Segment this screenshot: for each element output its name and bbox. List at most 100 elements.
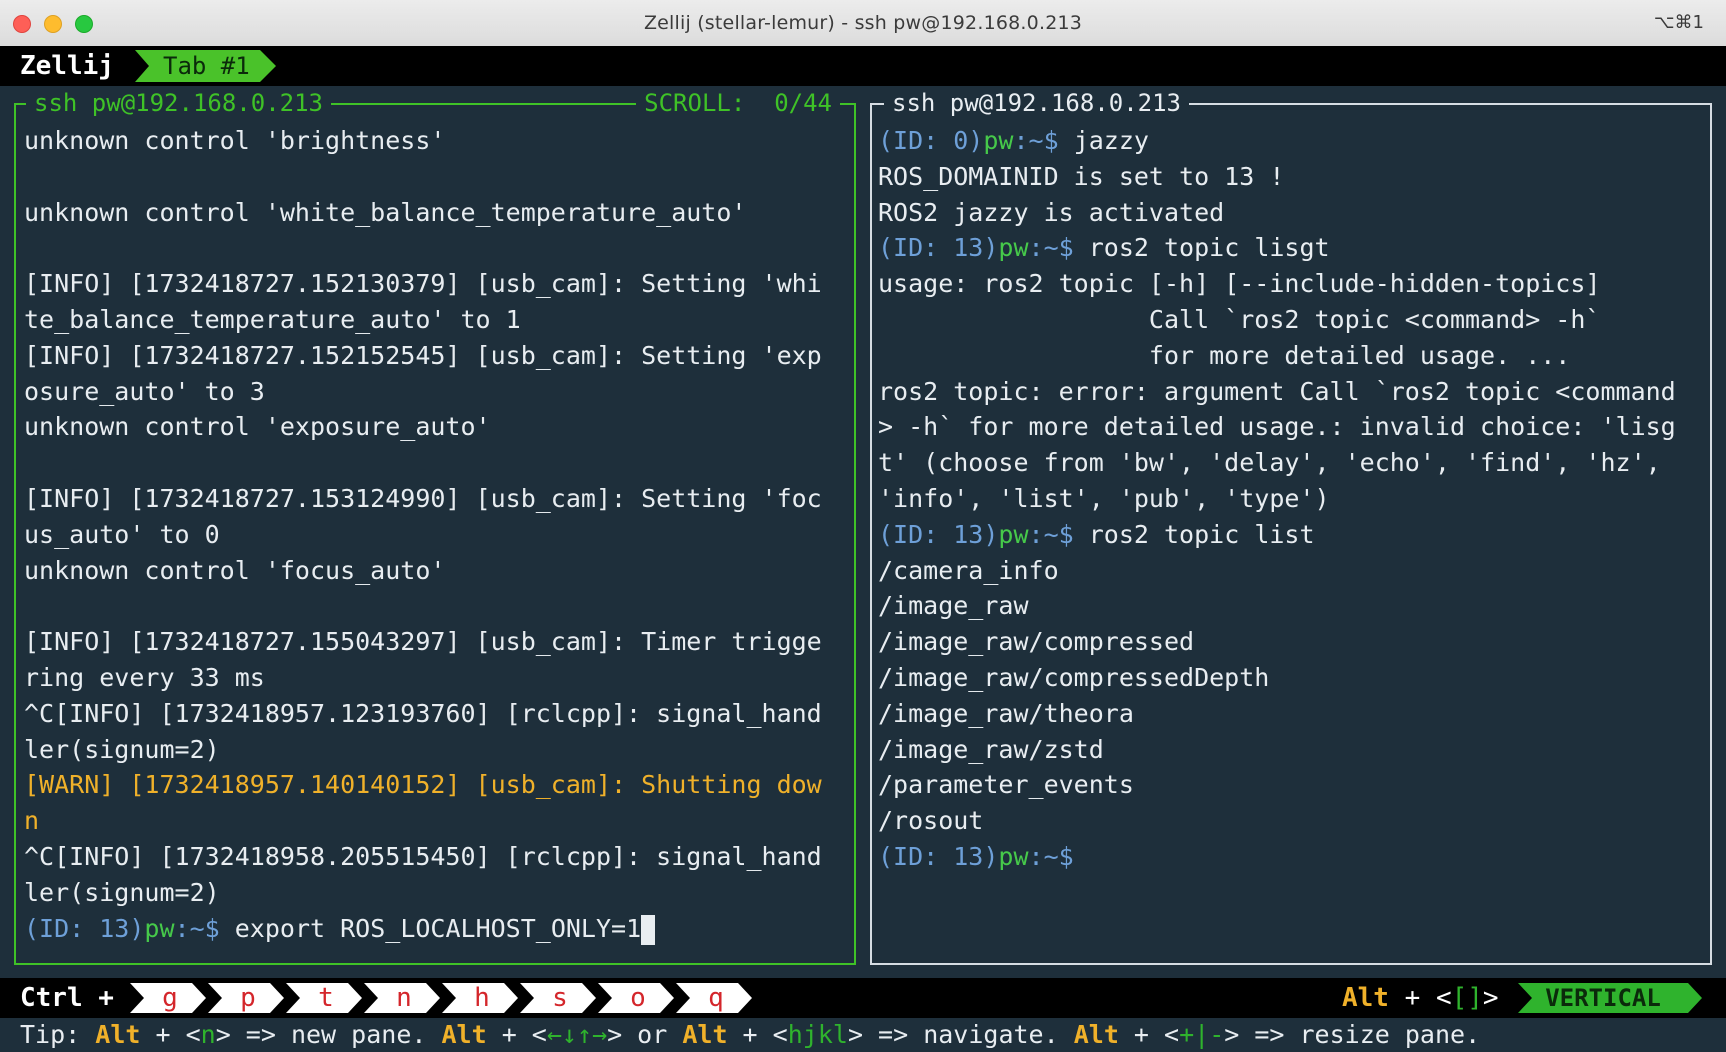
window-title: Zellij (stellar-lemur) - ssh pw@192.168.… [643,12,1083,34]
right-pane-title: ssh pw@192.168.0.213 [884,88,1189,118]
key-hint: hjkl [787,1020,848,1049]
key-hint: ←↓↑→ [546,1020,608,1049]
output-line: te_balance_temperature_auto' to 1 [24,304,521,334]
terminal-window: Zellij (stellar-lemur) - ssh pw@192.168.… [0,0,1726,1052]
output-line: unknown control 'focus_auto' [24,555,446,585]
key-q[interactable]: q [676,983,752,1013]
prompt-user: pw [983,126,1014,155]
text-cursor [641,914,656,945]
key-o[interactable]: o [598,983,674,1013]
scroll-indicator: SCROLL: 0/44 [636,88,840,118]
prompt-line: (ID: 13)pw:~$ ros2 topic lisgt [878,230,1702,266]
output-line: [INFO] [1732418727.152152545] [usb_cam]:… [24,340,822,370]
tip-segment: > or [607,1020,683,1049]
title-bar: Zellij (stellar-lemur) - ssh pw@192.168.… [0,0,1726,47]
key-n-label: n [396,983,412,1013]
zellij-tab-bar: Zellij Tab #1 [0,46,1726,86]
output-line: [INFO] [1732418727.153124990] [usb_cam]:… [24,483,822,513]
output-line: osure_auto' to 3 [24,376,265,406]
prompt-user: pw [998,233,1029,263]
tab-1[interactable]: Tab #1 [135,50,260,82]
bracket-close: > [1482,983,1499,1013]
tab-left-notch [135,50,149,82]
output-line: for more detailed usage. ... [878,340,1571,370]
output-line: ring every 33 ms [24,662,265,692]
bracket-keys: [] [1451,983,1483,1013]
prompt-path: :~$ [1028,519,1089,549]
tip-text: Tip: Alt + <n> => new pane. Alt + <←↓↑→>… [20,1020,1481,1049]
prompt-line: (ID: 13)pw:~$ ros2 topic list [878,517,1702,553]
key-t-label: t [318,983,334,1013]
right-pane-output: (ID: 0)pw:~$ jazzy ROS_DOMAINID is set t… [878,123,1702,875]
output-line: ^C[INFO] [1732418957.123193760] [rclcpp]… [24,698,822,728]
alt-key: Alt [95,1020,141,1049]
output-line: us_auto' to 0 [24,519,220,549]
prompt-id: (ID: 13) [24,913,145,943]
prompt-id: (ID: 13) [878,519,999,549]
prompt-command: ros2 topic lisgt [1088,233,1330,263]
topic-line: /parameter_events [878,770,1134,800]
tip-segment: > => navigate. [847,1020,1074,1049]
prompt-user: pw [998,519,1029,549]
alt-key: Alt [441,1020,487,1049]
tip-prefix: Tip: [20,1020,96,1049]
key-h-label: h [474,983,490,1013]
output-line: > -h` for more detailed usage.: invalid … [878,412,1676,442]
tab-right-arrow [260,50,276,82]
alt-key: Alt [1073,1020,1119,1049]
warn-line: [WARN] [1732418957.140140152] [usb_cam]:… [24,770,822,800]
key-h[interactable]: h [442,983,518,1013]
output-line: [INFO] [1732418727.155043297] [usb_cam]:… [24,627,822,657]
key-g[interactable]: g [130,983,206,1013]
prompt-id: (ID: 0) [878,126,984,155]
output-line: ROS2 jazzy is activated [878,197,1225,227]
zellij-status-bar: Ctrl + g p t n h s o q Alt + <[]> VERTIC… [0,978,1726,1018]
prompt-command: export ROS_LOCALHOST_ONLY=1 [234,913,642,943]
warn-line: n [24,806,40,836]
prompt-id: (ID: 13) [878,841,999,871]
prompt-line[interactable]: (ID: 13)pw:~$ export ROS_LOCALHOST_ONLY=… [24,911,846,947]
output-line: unknown control 'exposure_auto' [24,412,491,442]
key-n[interactable]: n [364,983,440,1013]
output-line: t' (choose from 'bw', 'delay', 'echo', '… [878,448,1661,478]
tip-segment: > => resize pane. [1224,1020,1481,1049]
prompt-path: :~$ [1013,126,1074,155]
prompt-path: :~$ [1028,841,1074,871]
prompt-path: :~$ [174,913,235,943]
prompt-command: jazzy [1073,126,1149,155]
topic-line: /image_raw/compressed [878,627,1195,657]
left-pane-output: unknown control 'brightness' unknown con… [24,123,846,946]
prompt-id: (ID: 13) [878,233,999,263]
output-line: [INFO] [1732418727.152130379] [usb_cam]:… [24,269,822,299]
prompt-line[interactable]: (ID: 13)pw:~$ [878,839,1702,875]
alt-key: Alt [1342,983,1389,1013]
key-t[interactable]: t [286,983,362,1013]
topic-line: /image_raw/compressedDepth [878,662,1270,692]
tip-bar: Tip: Alt + <n> => new pane. Alt + <←↓↑→>… [0,1018,1726,1052]
alt-key: Alt [682,1020,728,1049]
output-line: 'info', 'list', 'pub', 'type') [878,483,1330,513]
output-line: unknown control 'white_balance_temperatu… [24,197,747,227]
prompt-user: pw [144,913,175,943]
tip-segment: > => new pane. [215,1020,442,1049]
topic-line: /camera_info [878,555,1059,585]
key-o-label: o [630,983,646,1013]
key-p-label: p [240,983,256,1013]
zellij-brand: Zellij [10,50,128,82]
left-pane[interactable]: ssh pw@192.168.0.213 SCROLL: 0/44 unknow… [14,88,856,965]
output-line: ler(signum=2) [24,734,220,764]
right-pane[interactable]: ssh pw@192.168.0.213 (ID: 0)pw:~$ jazzy … [870,88,1712,965]
output-line: ler(signum=2) [24,877,220,907]
swap-layout-mode[interactable]: VERTICAL [1518,983,1688,1013]
output-line: unknown control 'brightness' [24,126,446,155]
prompt-line: (ID: 0)pw:~$ jazzy [878,123,1702,159]
prompt-user: pw [998,841,1029,871]
key-s[interactable]: s [520,983,596,1013]
key-hint: n [200,1020,216,1049]
key-p[interactable]: p [208,983,284,1013]
prompt-path: :~$ [1028,233,1089,263]
mode-right-arrow [1688,983,1702,1013]
topic-line: /image_raw/zstd [878,734,1104,764]
